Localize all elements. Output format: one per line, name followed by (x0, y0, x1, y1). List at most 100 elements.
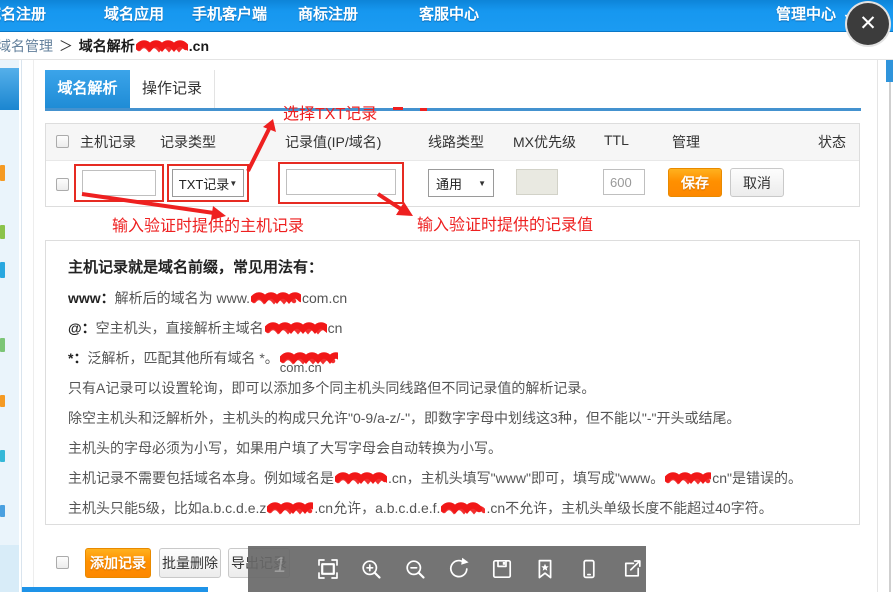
help-text: .cn，主机头填写"www"即可，填写成"www。 (388, 470, 664, 486)
annotation-value-hint: 输入验证时提供的记录值 (417, 211, 593, 235)
redacted-scribble (441, 502, 485, 516)
bookmark-icon[interactable] (532, 556, 558, 582)
background-bottom-block (0, 545, 19, 592)
table-header-3: 线路类型 (428, 132, 484, 152)
nav-item-0[interactable]: 域名注册 (0, 0, 46, 32)
redacted-scribble (335, 472, 387, 486)
rotate-icon[interactable] (445, 556, 471, 582)
table-header-1: 记录类型 (160, 132, 216, 152)
ttl-input[interactable] (603, 169, 645, 195)
breadcrumb-domain-suffix: .cn (189, 38, 209, 54)
help-line: 除空主机头和泛解析外，主机头的构成只允许"0-9/a-z/-"，即数字字母中划线… (68, 403, 837, 433)
background-icon-sliver (0, 338, 5, 352)
record-type-value: TXT记录 (179, 174, 230, 193)
share-icon[interactable] (619, 556, 645, 582)
zoom-out-icon[interactable] (402, 556, 428, 582)
tab-underline (45, 108, 861, 111)
redacted-scribble: com.cn (280, 352, 338, 366)
save-icon[interactable] (489, 556, 515, 582)
help-line: @：空主机头，直接解析主域名 cn (68, 313, 837, 343)
panel-right-border (877, 60, 878, 592)
save-button[interactable]: 保存 (668, 168, 722, 197)
help-line: 只有A记录可以设置轮询，即可以添加多个同主机头同线路但不同记录值的解析记录。 (68, 373, 837, 403)
help-text: 只有A记录可以设置轮询，即可以添加多个同主机头同线路但不同记录值的解析记录。 (68, 380, 595, 396)
nav-item-3[interactable]: 商标注册 (298, 0, 358, 32)
divider (21, 60, 22, 592)
record-type-select[interactable]: TXT记录▼ (172, 169, 244, 197)
domain-dns-manager-screen: 域名注册 域名应用手机客户端商标注册 客服中心 管理中心 ▼ ✕ 域名管理 ＞ 域名… (0, 0, 893, 592)
help-text: 主机头的字母必须为小写，如果用户填了大写字母会自动转换为小写。 (68, 440, 502, 456)
table-header-6: 管理 (672, 132, 700, 152)
annotation-dash (393, 107, 403, 110)
background-icon-sliver (0, 505, 5, 517)
tab-domain-resolve[interactable]: 域名解析 (45, 70, 130, 108)
background-blue-block (0, 68, 19, 110)
host-record-input[interactable] (82, 170, 156, 196)
select-arrow-icon: ▼ (478, 179, 486, 188)
help-text: www： (68, 290, 115, 306)
header-checkbox[interactable] (56, 135, 69, 148)
annotation-select-txt: 选择TXT记录 (283, 100, 377, 124)
mx-priority-input-disabled (516, 169, 558, 195)
help-text: *： (68, 350, 87, 366)
table-header-2: 记录值(IP/域名) (285, 132, 381, 152)
help-title: 主机记录就是域名前缀，常见用法有： (68, 253, 837, 283)
nav-item-1[interactable]: 域名应用 (104, 0, 164, 32)
background-icon-sliver (0, 225, 5, 239)
help-text: 解析后的域名为 www. (115, 290, 250, 306)
pagination-strip (22, 587, 208, 592)
help-text: 空主机头，直接解析主域名 (96, 320, 264, 336)
line-type-value: 通用 (436, 174, 462, 193)
close-icon[interactable]: ✕ (845, 1, 891, 47)
help-text: 除空主机头和泛解析外，主机头的构成只允许"0-9/a-z/-"，即数字字母中划线… (68, 410, 740, 426)
table-header-0: 主机记录 (80, 132, 136, 152)
help-line: 主机头只能5级，比如a.b.c.d.e.z .cn允许，a.b.c.d.e.f.… (68, 493, 837, 523)
redacted-scribble (265, 322, 327, 336)
breadcrumb: 域名管理 ＞ 域名解析 .cn (0, 32, 893, 60)
help-text: @： (68, 320, 96, 336)
table-header-7: 状态 (818, 132, 846, 152)
breadcrumb-domain-manage[interactable]: 域名管理 (0, 38, 53, 54)
background-page-sliver (0, 60, 19, 592)
background-icon-sliver (0, 262, 5, 278)
table-header-4: MX优先级 (513, 132, 576, 152)
scrollbar-thumb[interactable] (886, 60, 893, 82)
scrollbar-track[interactable] (889, 60, 891, 592)
record-value-input[interactable] (286, 169, 396, 195)
help-text: com.cn (302, 290, 347, 306)
annotation-dash (420, 108, 427, 111)
cancel-button[interactable]: 取消 (730, 168, 784, 197)
background-icon-sliver (0, 395, 5, 407)
breadcrumb-separator: ＞ (59, 38, 73, 54)
tab-operation-log[interactable]: 操作记录 (130, 70, 215, 108)
fit-screen-icon[interactable] (315, 556, 341, 582)
panel-left-border (33, 60, 34, 592)
line-type-select[interactable]: 通用 ▼ (428, 169, 494, 197)
nav-item-2[interactable]: 手机客户端 (192, 0, 267, 32)
row-checkbox[interactable] (56, 178, 69, 191)
background-icon-sliver (0, 450, 5, 462)
help-text: cn (328, 320, 343, 336)
help-panel: 主机记录就是域名前缀，常见用法有： www：解析后的域名为 www. com.c… (45, 240, 860, 525)
zoom-in-icon[interactable] (358, 556, 384, 582)
redacted-scribble (136, 40, 188, 54)
nav-item-4[interactable]: 客服中心 (419, 0, 479, 32)
select-arrow-icon: ▼ (229, 179, 237, 188)
footer-checkbox[interactable] (56, 556, 69, 569)
annotation-host-hint: 输入验证时提供的主机记录 (112, 212, 304, 236)
help-text: cn"是错误的。 (712, 470, 802, 486)
help-text: 泛解析，匹配其他所有域名 *。 (87, 350, 278, 366)
nav-manage-center[interactable]: 管理中心 (776, 0, 836, 32)
page-indicator: 1 (272, 552, 288, 578)
breadcrumb-current: 域名解析 (79, 38, 135, 54)
help-line: www：解析后的域名为 www. com.cn (68, 283, 837, 313)
batch-delete-button[interactable]: 批量删除 (159, 548, 221, 578)
help-text: 主机头只能5级，比如a.b.c.d.e.z (68, 500, 266, 516)
redacted-scribble (251, 292, 301, 306)
help-line: 主机记录不需要包括域名本身。例如域名是 .cn，主机头填写"www"即可，填写成… (68, 463, 837, 493)
help-text: 主机记录不需要包括域名本身。例如域名是 (68, 470, 334, 486)
add-record-button[interactable]: 添加记录 (85, 548, 151, 578)
device-icon[interactable] (576, 556, 602, 582)
help-line: *：泛解析，匹配其他所有域名 *。com.cn (68, 343, 837, 373)
help-text: .cn允许，a.b.c.d.e.f. (314, 500, 440, 516)
